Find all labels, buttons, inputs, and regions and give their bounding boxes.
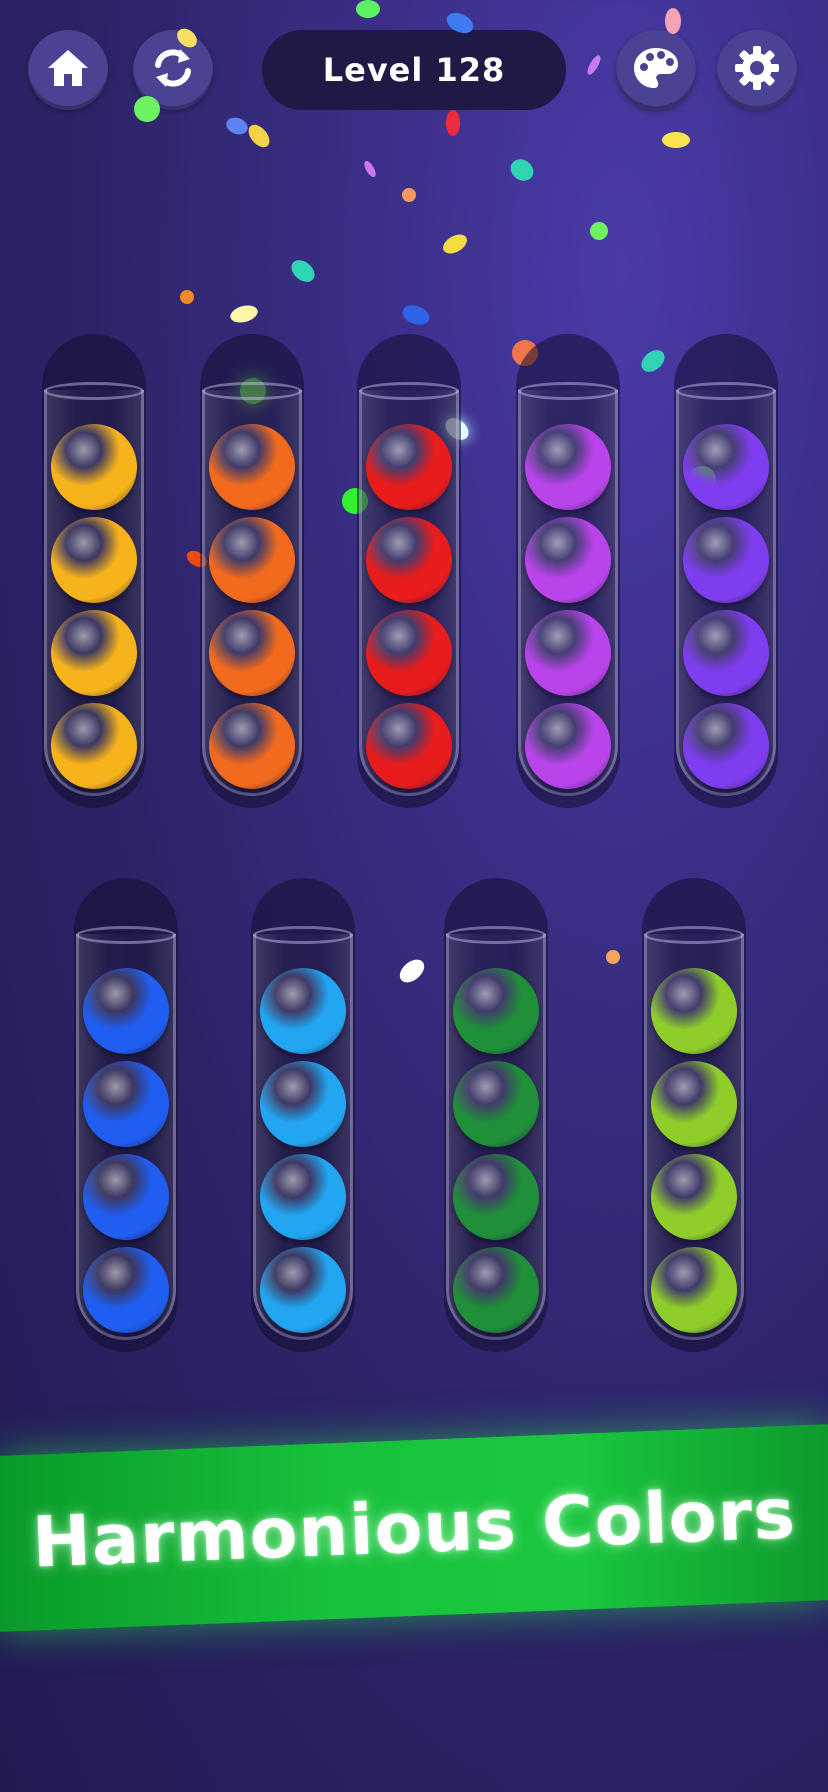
home-button[interactable] bbox=[28, 30, 108, 110]
confetti-piece bbox=[362, 159, 378, 179]
ball-skyblue bbox=[260, 1061, 346, 1147]
ball-magenta bbox=[525, 610, 611, 696]
ball-red bbox=[366, 517, 452, 603]
tube-rim bbox=[44, 382, 144, 400]
ball-blue bbox=[83, 1061, 169, 1147]
confetti-piece bbox=[439, 230, 471, 258]
theme-button[interactable] bbox=[616, 30, 696, 110]
confetti-piece bbox=[356, 0, 380, 18]
ball-orange bbox=[209, 703, 295, 789]
tube[interactable] bbox=[200, 334, 304, 808]
ball-green bbox=[453, 1061, 539, 1147]
ball-lime bbox=[651, 1247, 737, 1333]
ball-green bbox=[453, 1154, 539, 1240]
ball-magenta bbox=[525, 703, 611, 789]
tube-rim bbox=[518, 382, 618, 400]
confetti-piece bbox=[662, 132, 690, 148]
tube-rim bbox=[676, 382, 776, 400]
ball-violet bbox=[683, 517, 769, 603]
level-label: Level 128 bbox=[322, 51, 506, 89]
ball-orange bbox=[209, 424, 295, 510]
confetti-piece bbox=[606, 950, 620, 964]
tube[interactable] bbox=[642, 878, 746, 1352]
confetti-piece bbox=[223, 114, 251, 138]
ball-lime bbox=[651, 1061, 737, 1147]
tube[interactable] bbox=[42, 334, 146, 808]
ball-violet bbox=[683, 424, 769, 510]
tube-rim bbox=[253, 926, 353, 944]
ball-skyblue bbox=[260, 1247, 346, 1333]
tube[interactable] bbox=[674, 334, 778, 808]
ball-yellow bbox=[51, 517, 137, 603]
ball-blue bbox=[83, 968, 169, 1054]
ball-green bbox=[453, 1247, 539, 1333]
confetti-piece bbox=[228, 302, 260, 326]
tube[interactable] bbox=[516, 334, 620, 808]
tube[interactable] bbox=[74, 878, 178, 1352]
settings-button[interactable] bbox=[717, 30, 797, 110]
ball-yellow bbox=[51, 610, 137, 696]
confetti-piece bbox=[180, 290, 194, 304]
ball-orange bbox=[209, 517, 295, 603]
tube-rim bbox=[644, 926, 744, 944]
ball-skyblue bbox=[260, 1154, 346, 1240]
ball-blue bbox=[83, 1154, 169, 1240]
ball-green bbox=[453, 968, 539, 1054]
confetti-piece bbox=[590, 222, 608, 240]
tube[interactable] bbox=[357, 334, 461, 808]
tube-rim bbox=[76, 926, 176, 944]
confetti-piece bbox=[287, 255, 319, 287]
banner-text: Harmonious Colors bbox=[30, 1472, 798, 1584]
ball-magenta bbox=[525, 517, 611, 603]
confetti-piece bbox=[637, 345, 669, 377]
confetti-piece bbox=[446, 110, 460, 136]
tube-rim bbox=[202, 382, 302, 400]
ball-lime bbox=[651, 1154, 737, 1240]
tube[interactable] bbox=[251, 878, 355, 1352]
tube[interactable] bbox=[444, 878, 548, 1352]
confetti-piece bbox=[402, 188, 416, 202]
level-indicator: Level 128 bbox=[262, 30, 566, 110]
ball-yellow bbox=[51, 424, 137, 510]
confetti-piece bbox=[134, 96, 160, 122]
tube-rim bbox=[359, 382, 459, 400]
ball-red bbox=[366, 703, 452, 789]
confetti-piece bbox=[399, 301, 433, 329]
ball-lime bbox=[651, 968, 737, 1054]
restart-icon bbox=[148, 43, 198, 97]
confetti-piece bbox=[585, 53, 603, 77]
ball-red bbox=[366, 610, 452, 696]
gear-icon bbox=[733, 44, 781, 96]
ball-red bbox=[366, 424, 452, 510]
ball-skyblue bbox=[260, 968, 346, 1054]
confetti-piece bbox=[665, 8, 681, 34]
home-icon bbox=[44, 46, 92, 94]
ball-blue bbox=[83, 1247, 169, 1333]
confetti-piece bbox=[506, 154, 538, 186]
palette-icon bbox=[631, 45, 681, 95]
confetti-piece bbox=[244, 120, 274, 152]
ball-violet bbox=[683, 610, 769, 696]
confetti-piece bbox=[395, 955, 429, 987]
tube-rim bbox=[446, 926, 546, 944]
ball-violet bbox=[683, 703, 769, 789]
ball-orange bbox=[209, 610, 295, 696]
ball-magenta bbox=[525, 424, 611, 510]
ball-yellow bbox=[51, 703, 137, 789]
